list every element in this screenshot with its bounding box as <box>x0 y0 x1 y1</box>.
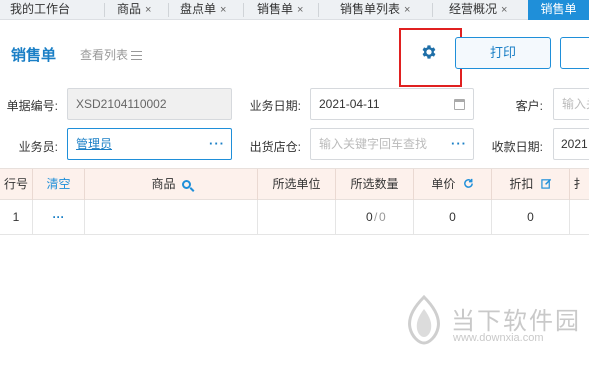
tab-bar: 我的工作台 商品 × 盘点单 × 销售单 × 销售单列表 × 经营概况 × 销售单 <box>0 0 589 20</box>
salesman-value[interactable]: 管理员 <box>76 137 112 151</box>
col-product-label: 商品 <box>151 177 176 191</box>
close-icon[interactable]: × <box>501 4 507 16</box>
edit-icon[interactable] <box>540 178 552 189</box>
highlight-box <box>399 28 462 87</box>
tab-divider <box>243 3 244 17</box>
row-action-icon[interactable]: ··· <box>33 200 85 234</box>
cell-qty[interactable]: 0 / 0 <box>336 200 414 234</box>
customer-label: 客户: <box>515 99 543 113</box>
tab-label: 我的工作台 <box>10 2 71 16</box>
salesman-field[interactable]: 管理员 ··· <box>67 128 232 160</box>
close-icon[interactable]: × <box>145 4 151 16</box>
tab-workbench[interactable]: 我的工作台 <box>10 0 70 20</box>
col-qty: 所选数量 <box>336 169 414 200</box>
store-field[interactable]: 输入关键字回车查找 ··· <box>310 128 474 160</box>
cell-price[interactable]: 0 <box>414 200 492 234</box>
tab-divider <box>318 3 319 17</box>
tab-sales-order-list[interactable]: 销售单列表 × <box>340 0 410 20</box>
more-options-icon[interactable]: ··· <box>451 129 467 159</box>
tab-label: 销售单 <box>257 2 294 16</box>
collect-date-label: 收款日期: <box>491 140 543 154</box>
view-list-label: 查看列表 <box>80 48 129 62</box>
store-placeholder: 输入关键字回车查找 <box>319 137 428 151</box>
tab-label: 销售单列表 <box>340 2 401 16</box>
col-extra: 扌 <box>573 177 586 191</box>
tab-sales-order[interactable]: 销售单 × <box>257 0 303 20</box>
collect-date-field[interactable]: 2021 <box>553 128 589 160</box>
table-header: 行号 清空 商品 所选单位 所选数量 单价 折扣 扌 <box>0 168 589 200</box>
close-icon[interactable]: × <box>220 4 226 16</box>
col-price: 单价 <box>414 169 492 200</box>
cell-extra <box>570 200 589 234</box>
biz-date-value: 2021-04-11 <box>319 97 380 111</box>
cell-discount[interactable]: 0 <box>492 200 570 234</box>
tab-sales-order-active[interactable]: 销售单 <box>528 0 589 20</box>
tab-products[interactable]: 商品 × <box>117 0 151 20</box>
biz-date-label: 业务日期: <box>249 99 301 113</box>
tab-label: 经营概况 <box>449 2 498 16</box>
col-discount: 折扣 <box>492 169 570 200</box>
order-no-label: 单据编号: <box>6 99 58 113</box>
table-row[interactable]: 1 ··· 0 / 0 0 0 <box>0 200 589 235</box>
watermark-name: 当下软件园 <box>451 307 581 335</box>
more-options-icon[interactable]: ··· <box>209 129 225 159</box>
customer-field[interactable]: 输入关 <box>553 88 589 120</box>
clear-button[interactable]: 清空 <box>33 169 85 200</box>
cell-qty-b: 0 <box>379 210 386 224</box>
more-button[interactable] <box>560 37 589 69</box>
store-label: 出货店仓: <box>249 140 301 154</box>
close-icon[interactable]: × <box>297 4 303 16</box>
cell-qty-a: 0 <box>366 210 373 224</box>
tab-business-overview[interactable]: 经营概况 × <box>449 0 507 20</box>
watermark-logo-icon <box>408 295 440 345</box>
calendar-icon[interactable] <box>454 99 465 110</box>
refresh-icon[interactable] <box>463 178 474 189</box>
col-price-label: 单价 <box>431 177 456 191</box>
cell-row-no: 1 <box>0 200 33 234</box>
salesman-label: 业务员: <box>18 140 58 154</box>
view-list-link[interactable]: 查看列表 <box>80 46 143 63</box>
cell-unit[interactable] <box>258 200 336 234</box>
order-no-field: XSD2104110002 <box>67 88 232 120</box>
biz-date-field[interactable]: 2021-04-11 <box>310 88 474 120</box>
page-title: 销售单 <box>11 47 57 64</box>
watermark-url: www.downxia.com <box>453 332 544 344</box>
tab-label: 销售单 <box>540 2 577 16</box>
tab-label: 盘点单 <box>180 2 217 16</box>
tab-label: 商品 <box>117 2 142 16</box>
close-icon[interactable]: × <box>404 4 410 16</box>
col-unit: 所选单位 <box>258 169 336 200</box>
print-button[interactable]: 打印 <box>455 37 551 69</box>
list-icon <box>131 51 143 60</box>
col-discount-label: 折扣 <box>509 177 534 191</box>
tab-divider <box>168 3 169 17</box>
tab-divider <box>104 3 105 17</box>
cell-qty-sep: / <box>374 210 378 224</box>
col-product: 商品 <box>85 169 258 200</box>
tab-stocktake[interactable]: 盘点单 × <box>180 0 226 20</box>
search-icon[interactable] <box>181 180 191 189</box>
customer-placeholder: 输入关 <box>562 97 589 111</box>
tab-divider <box>432 3 433 17</box>
col-row-no: 行号 <box>0 169 33 200</box>
cell-product[interactable] <box>85 200 258 234</box>
